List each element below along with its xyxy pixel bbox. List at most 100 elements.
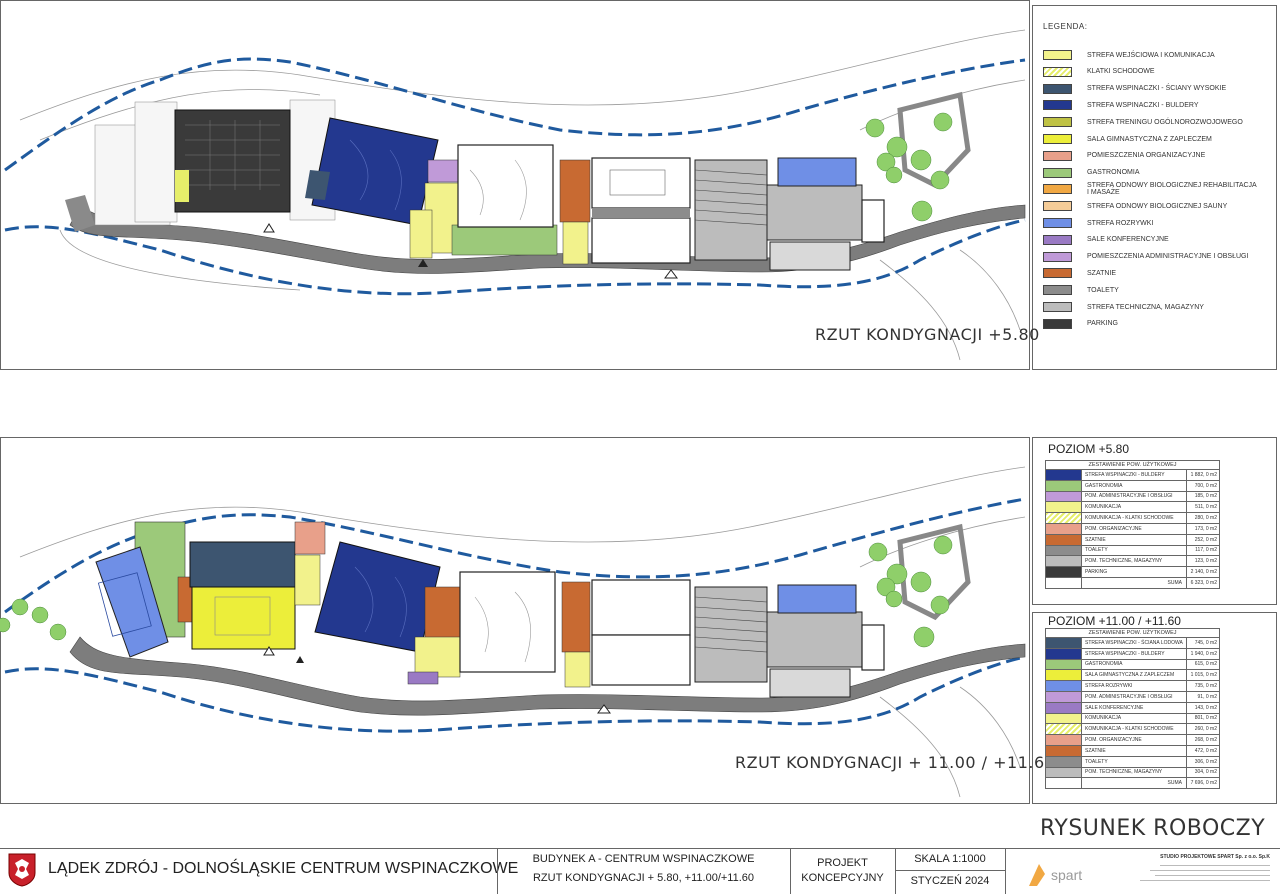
- table-row: TOALETY 306, 0 m2: [1045, 755, 1220, 768]
- table-row: KOMUNIKACJA 801, 0 m2: [1045, 712, 1220, 725]
- plan-title-top: RZUT KONDYGNACJI +5.80: [815, 325, 1040, 344]
- firm-logo: spart: [1029, 864, 1082, 886]
- table-row: SZATNIE 472, 0 m2: [1045, 744, 1220, 757]
- table-580-caption: POZIOM +5.80: [1048, 442, 1130, 456]
- table-cell-name: GASTRONOMIA: [1081, 479, 1187, 492]
- table-cell-area: 117, 0 m2: [1186, 544, 1220, 557]
- table-row: POM. ORGANIZACYJNE 268, 0 m2: [1045, 734, 1220, 746]
- scale-date-divider: [895, 870, 1005, 871]
- scale: SKALA 1:1000: [914, 853, 986, 865]
- legend-item: STREFA WSPINACZKI - ŚCIANY WYSOKIE: [1043, 83, 1257, 95]
- table-cell-name: GASTRONOMIA: [1081, 658, 1187, 671]
- legend-swatch: [1043, 302, 1072, 312]
- table-cell-area: 306, 0 m2: [1186, 755, 1220, 768]
- legend-label: POMIESZCZENIA ADMINISTRACYJNE I OBSŁUGI: [1087, 253, 1249, 261]
- legend-swatch: [1043, 167, 1072, 178]
- legend-item: STREFA ODNOWY BIOLOGICZNEJ REHABILITACJA…: [1043, 182, 1257, 197]
- area-table-580: ZESTAWIENIE POW. UŻYTKOWEJ STREFA WSPINA…: [1045, 460, 1220, 589]
- legend-swatch: [1043, 251, 1072, 262]
- table-cell-area: 143, 0 m2: [1186, 701, 1220, 714]
- legend-label: STREFA WSPINACZKI - BULDERY: [1087, 101, 1199, 109]
- table-cell-area: 615, 0 m2: [1186, 658, 1220, 671]
- legend-swatch: [1043, 83, 1072, 94]
- table-cell-name: TOALETY: [1081, 755, 1187, 768]
- table-cell-area: 304, 0 m2: [1186, 766, 1220, 779]
- legend-swatch: [1043, 201, 1072, 212]
- table-cell-name: POM. TECHNICZNE, MAGAZYNY: [1081, 555, 1187, 568]
- table-row: POM. TECHNICZNE, MAGAZYNY 304, 0 m2: [1045, 766, 1220, 779]
- table-cell-name: STREFA WSPINACZKI - ŚCIANA LODOWA: [1081, 637, 1187, 649]
- table-cell-name: SALA GIMNASTYCZNA Z ZAPLECZEM: [1081, 669, 1187, 682]
- legend-item: POMIESZCZENIA ADMINISTRACYJNE I OBSŁUGI: [1043, 251, 1257, 263]
- table-swatch: [1045, 744, 1082, 757]
- table-cell-area: 472, 0 m2: [1186, 744, 1220, 757]
- table-cell-area: 735, 0 m2: [1186, 680, 1220, 692]
- area-table-1100: ZESTAWIENIE POW. UŻYTKOWEJ STREFA WSPINA…: [1045, 628, 1220, 790]
- table-cell-name: STREFA WSPINACZKI - BULDERY: [1081, 469, 1187, 481]
- table-sum-row: SUMA 7 696, 0 m2: [1045, 777, 1220, 790]
- table-cell-area: 280, 0 m2: [1186, 512, 1220, 524]
- legend-item: STREFA WSPINACZKI - BULDERY: [1043, 99, 1257, 111]
- table-cell-area: 2 140, 0 m2: [1186, 566, 1220, 578]
- plan-title-bottom: RZUT KONDYGNACJI + 11.00 / +11.60: [735, 753, 1056, 772]
- firm-address-lines: [1130, 862, 1270, 888]
- table-row: PARKING 2 140, 0 m2: [1045, 566, 1220, 578]
- table-cell-name: KOMUNIKACJA - KLATKI SCHODOWE: [1081, 723, 1187, 736]
- legend-label: STREFA ODNOWY BIOLOGICZNEJ REHABILITACJA…: [1087, 182, 1257, 197]
- legend-item: GASTRONOMIA: [1043, 167, 1257, 179]
- table-swatch: [1045, 522, 1082, 535]
- legend-label: STREFA ODNOWY BIOLOGICZNEJ SAUNY: [1087, 202, 1228, 210]
- table-cell-area: 91, 0 m2: [1186, 690, 1220, 703]
- legend-item: STREFA WEJŚCIOWA I KOMUNIKACJA: [1043, 49, 1257, 61]
- table-cell-name: POM. ORGANIZACYJNE: [1081, 734, 1187, 746]
- working-drawing-stamp: RYSUNEK ROBOCZY: [1040, 816, 1266, 841]
- legend-swatch: [1043, 150, 1072, 161]
- table-row: SALA GIMNASTYCZNA Z ZAPLECZEM 1 015, 0 m2: [1045, 669, 1220, 682]
- table-swatch-empty: [1045, 576, 1082, 589]
- table-sum-row: SUMA 6 323, 0 m2: [1045, 576, 1220, 589]
- table-row: GASTRONOMIA 700, 0 m2: [1045, 479, 1220, 492]
- table-swatch: [1045, 566, 1082, 578]
- legend-item: TOALETY: [1043, 284, 1257, 296]
- table-swatch: [1045, 533, 1082, 546]
- table-swatch: [1045, 555, 1082, 568]
- table-cell-area: 173, 0 m2: [1186, 522, 1220, 535]
- firm-logo-text: spart: [1051, 867, 1082, 883]
- table-swatch: [1045, 755, 1082, 768]
- table-cell-name: SZATNIE: [1081, 744, 1187, 757]
- table-swatch: [1045, 723, 1082, 736]
- legend-label: SZATNIE: [1087, 269, 1117, 277]
- table-sum-value: 7 696, 0 m2: [1186, 777, 1220, 790]
- table-cell-area: 123, 0 m2: [1186, 555, 1220, 568]
- table-cell-area: 700, 0 m2: [1186, 479, 1220, 492]
- legend-item: SALA GIMNASTYCZNA Z ZAPLECZEM: [1043, 133, 1257, 145]
- date: STYCZEŃ 2024: [910, 875, 990, 887]
- legend-swatch: [1043, 184, 1072, 195]
- table-cell-name: POM. ORGANIZACYJNE: [1081, 522, 1187, 535]
- legend-swatch: [1043, 100, 1072, 111]
- legend-item: SZATNIE: [1043, 267, 1257, 279]
- table-swatch: [1045, 490, 1082, 503]
- table-row: POM. ADMINISTRACYJNE I OBSŁUGI 91, 0 m2: [1045, 690, 1220, 703]
- table-row: STREFA ROZRYWKI 735, 0 m2: [1045, 680, 1220, 692]
- table-cell-area: 511, 0 m2: [1186, 501, 1220, 514]
- legend-label: STREFA TECHNICZNA, MAGAZYNY: [1087, 303, 1204, 311]
- table-swatch: [1045, 690, 1082, 703]
- legend-item: KLATKI SCHODOWE: [1043, 66, 1257, 78]
- phase-line-1: PROJEKT: [817, 857, 868, 869]
- table-cell-name: SZATNIE: [1081, 533, 1187, 546]
- legend-swatch: [1043, 285, 1072, 296]
- table-row: SZATNIE 252, 0 m2: [1045, 533, 1220, 546]
- table-row: KOMUNIKACJA 511, 0 m2: [1045, 501, 1220, 514]
- table-cell-name: PARKING: [1081, 566, 1187, 578]
- table-swatch: [1045, 680, 1082, 692]
- legend-label: TOALETY: [1087, 286, 1119, 294]
- table-cell-area: 745, 0 m2: [1186, 637, 1220, 649]
- legend-title: LEGENDA:: [1043, 22, 1088, 31]
- legend-label: SALE KONFERENCYJNE: [1087, 236, 1169, 244]
- table-cell-area: 185, 0 m2: [1186, 490, 1220, 503]
- table-swatch: [1045, 637, 1082, 649]
- table-row: KOMUNIKACJA - KLATKI SCHODOWE 260, 0 m2: [1045, 723, 1220, 736]
- table-cell-area: 801, 0 m2: [1186, 712, 1220, 725]
- firm-name: STUDIO PROJEKTOWE SPART Sp. z o.o. Sp.K: [1160, 854, 1270, 860]
